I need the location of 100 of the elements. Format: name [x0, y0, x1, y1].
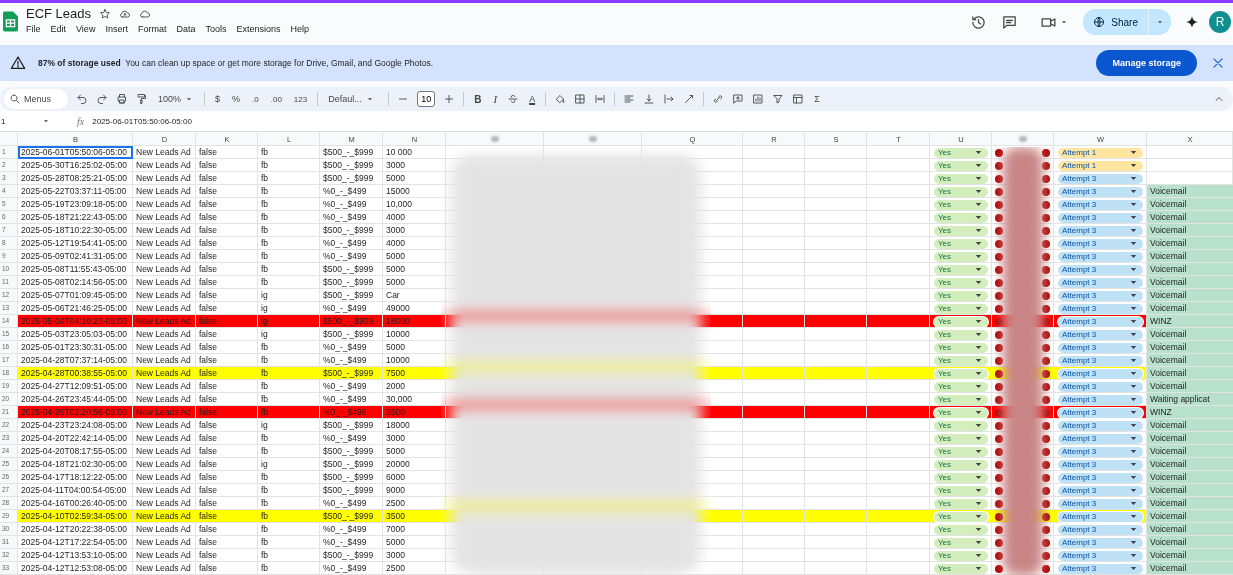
table-cell[interactable]: 2025-06-01T05:50:06-05:00 [18, 146, 133, 159]
table-cell[interactable]: $500_-_$999 [320, 224, 383, 237]
dropdown-chip[interactable]: Yes [934, 394, 988, 405]
dropdown-chip[interactable]: Yes [934, 524, 988, 535]
table-cell[interactable]: Voicemail [1147, 536, 1233, 549]
table-cell[interactable]: Voicemail [1147, 263, 1233, 276]
table-cell[interactable]: New Leads Ad [133, 328, 196, 341]
table-cell[interactable]: 2025-04-20T22:42:14-05:00 [18, 432, 133, 445]
table-cell[interactable]: fb [258, 562, 320, 575]
table-cell[interactable]: 2025-04-12T12:53:08-05:00 [18, 562, 133, 575]
dropdown-chip[interactable]: Yes [934, 485, 988, 496]
table-cell[interactable]: %0_-_$499 [320, 406, 383, 419]
table-cell[interactable]: false [196, 471, 258, 484]
table-cell[interactable]: false [196, 445, 258, 458]
avatar[interactable]: R [1209, 11, 1231, 33]
table-cell[interactable]: ig [258, 458, 320, 471]
table-cell[interactable]: 7500 [383, 367, 446, 380]
dropdown-chip[interactable]: Attempt 3 [1058, 329, 1143, 340]
table-cell[interactable]: 2025-04-17T18:12:22-05:00 [18, 471, 133, 484]
dropdown-chip[interactable]: Yes [934, 498, 988, 509]
table-cell[interactable]: New Leads Ad [133, 432, 196, 445]
table-cell[interactable]: 4000 [383, 211, 446, 224]
table-cell[interactable]: false [196, 523, 258, 536]
table-cell[interactable]: 2025-04-12T20:22:38-05:00 [18, 523, 133, 536]
table-cell[interactable]: false [196, 484, 258, 497]
table-cell[interactable]: 15000 [383, 185, 446, 198]
cloud-arrow-icon[interactable] [119, 7, 132, 20]
table-cell[interactable]: 5000 [383, 263, 446, 276]
table-cell[interactable]: New Leads Ad [133, 406, 196, 419]
table-cell[interactable]: fb [258, 224, 320, 237]
table-cell[interactable]: %0_-_$499 [320, 523, 383, 536]
table-cell[interactable]: fb [258, 172, 320, 185]
dropdown-chip[interactable]: Yes [934, 563, 988, 574]
dropdown-chip[interactable]: Attempt 3 [1058, 485, 1143, 496]
document-title[interactable]: ECF Leads [26, 6, 92, 21]
table-cell[interactable]: 2025-05-12T19:54:41-05:00 [18, 237, 133, 250]
table-cell[interactable]: New Leads Ad [133, 510, 196, 523]
share-button[interactable]: Share [1083, 9, 1149, 35]
text-color-button[interactable]: A [527, 94, 538, 104]
dropdown-chip[interactable]: Attempt 3 [1058, 316, 1143, 327]
table-cell[interactable]: 2025-05-07T01:09:45-05:00 [18, 289, 133, 302]
table-cell[interactable]: 3000 [383, 549, 446, 562]
table-cell[interactable]: 18000 [383, 419, 446, 432]
table-cell[interactable]: fb [258, 536, 320, 549]
table-cell[interactable]: ig [258, 419, 320, 432]
table-cell[interactable]: false [196, 549, 258, 562]
dropdown-chip[interactable]: Attempt 3 [1058, 199, 1143, 210]
table-cell[interactable]: 2500 [383, 497, 446, 510]
table-cell[interactable]: 2025-05-03T23:05:03-05:00 [18, 328, 133, 341]
plus-icon[interactable] [443, 93, 456, 105]
dropdown-chip[interactable]: Attempt 3 [1058, 368, 1143, 379]
table-cell[interactable]: 3500 [383, 406, 446, 419]
currency-button[interactable]: $ [213, 94, 223, 104]
table-cell[interactable]: 2025-05-06T21:46:25-05:00 [18, 302, 133, 315]
table-cell[interactable]: false [196, 419, 258, 432]
table-cell[interactable]: New Leads Ad [133, 562, 196, 575]
dropdown-chip[interactable]: Attempt 1 [1058, 147, 1143, 158]
table-cell[interactable]: New Leads Ad [133, 458, 196, 471]
table-cell[interactable]: false [196, 380, 258, 393]
table-cell[interactable]: %0_-_$499 [320, 237, 383, 250]
table-cell[interactable]: 10000 [383, 328, 446, 341]
dropdown-chip[interactable]: Attempt 3 [1058, 342, 1143, 353]
dropdown-chip[interactable]: Yes [934, 472, 988, 483]
dropdown-chip[interactable]: Yes [934, 381, 988, 392]
table-cell[interactable]: $500_-_$999 [320, 289, 383, 302]
dropdown-chip[interactable]: Yes [934, 446, 988, 457]
table-cell[interactable]: $500_-_$999 [320, 549, 383, 562]
zoom-dropdown[interactable]: 100% [156, 94, 197, 104]
menu-item[interactable]: Format [137, 24, 167, 34]
table-cell[interactable]: 2025-05-01T23:30:31-05:00 [18, 341, 133, 354]
table-cell[interactable]: fb [258, 250, 320, 263]
table-cell[interactable]: ig [258, 315, 320, 328]
sparkle-icon[interactable] [1185, 15, 1199, 29]
table-cell[interactable]: New Leads Ad [133, 536, 196, 549]
table-cell[interactable]: Voicemail [1147, 445, 1233, 458]
dropdown-chip[interactable]: Yes [934, 277, 988, 288]
filter-views-icon[interactable] [792, 93, 805, 105]
table-cell[interactable]: New Leads Ad [133, 367, 196, 380]
table-cell[interactable]: New Leads Ad [133, 471, 196, 484]
table-cell[interactable]: false [196, 198, 258, 211]
formula-field[interactable]: 2025-06-01T05:50:06-05:00 [92, 116, 192, 126]
borders-icon[interactable] [574, 93, 587, 105]
table-cell[interactable]: WINZ [1147, 406, 1233, 419]
chart-icon[interactable] [752, 93, 765, 105]
percent-button[interactable]: % [230, 94, 243, 104]
menu-item[interactable]: Extensions [236, 24, 281, 34]
table-cell[interactable]: fb [258, 146, 320, 159]
table-cell[interactable]: New Leads Ad [133, 211, 196, 224]
dropdown-chip[interactable]: Yes [934, 160, 988, 171]
table-cell[interactable]: New Leads Ad [133, 172, 196, 185]
table-cell[interactable]: ig [258, 289, 320, 302]
table-cell[interactable]: 5000 [383, 250, 446, 263]
table-cell[interactable]: 3000 [383, 224, 446, 237]
table-cell[interactable]: New Leads Ad [133, 380, 196, 393]
dropdown-chip[interactable]: Yes [934, 329, 988, 340]
table-cell[interactable]: Voicemail [1147, 341, 1233, 354]
table-cell[interactable]: 2025-04-26T23:45:44-05:00 [18, 393, 133, 406]
table-cell[interactable]: Voicemail [1147, 380, 1233, 393]
table-cell[interactable]: 2025-05-08T02:14:56-05:00 [18, 276, 133, 289]
dropdown-chip[interactable]: Yes [934, 550, 988, 561]
